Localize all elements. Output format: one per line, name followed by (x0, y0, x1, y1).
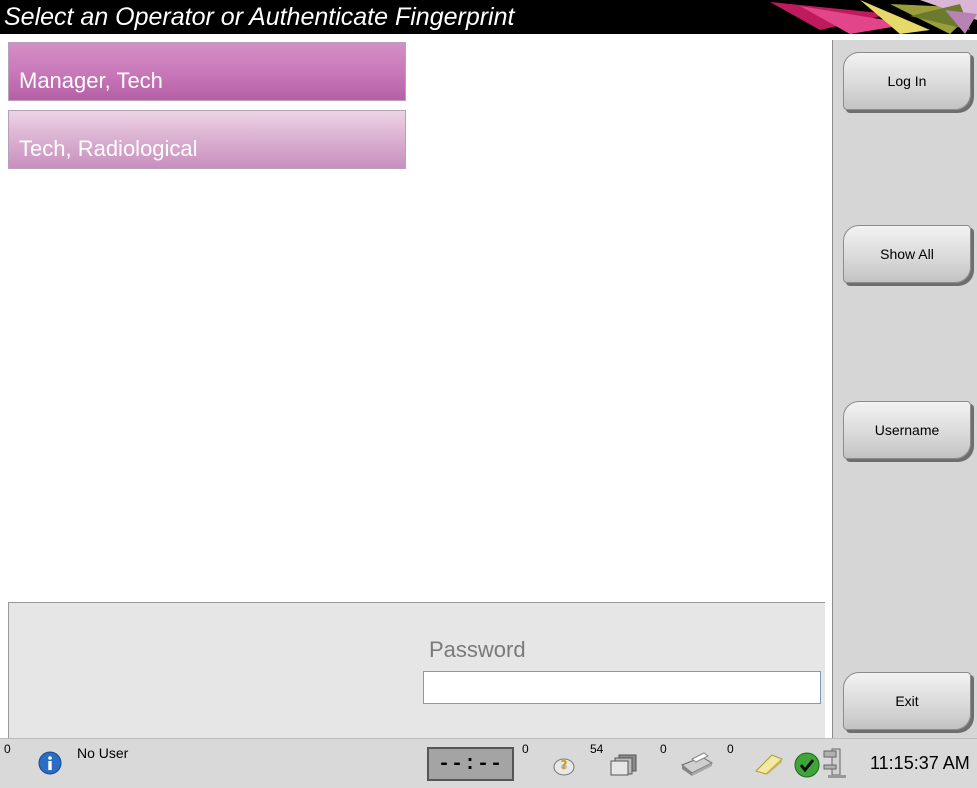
operator-name: Manager, Tech (19, 68, 163, 93)
checkmark-icon[interactable] (794, 752, 820, 778)
svg-text:?: ? (561, 758, 568, 772)
printer-icon[interactable] (678, 751, 714, 777)
scans-count: 54 (590, 742, 604, 756)
notes-count: 0 (727, 742, 734, 756)
alerts-count: 0 (4, 742, 11, 756)
title-bar: Select an Operator or Authenticate Finge… (0, 0, 977, 34)
side-panel: Log In Show All Username Exit (832, 40, 977, 738)
password-input[interactable] (423, 671, 821, 704)
operator-item-tech-radiological[interactable]: Tech, Radiological (8, 110, 406, 169)
username-button[interactable]: Username (843, 401, 971, 459)
page-title: Select an Operator or Authenticate Finge… (4, 3, 515, 31)
clock: 11:15:37 AM (870, 753, 970, 773)
note-icon[interactable] (754, 753, 784, 775)
log-in-button[interactable]: Log In (843, 52, 971, 110)
question-disc-icon[interactable]: ? (552, 753, 576, 777)
exposure-timer: --:-- (427, 747, 514, 781)
password-label: Password (429, 637, 526, 662)
status-bar: 0 No User --:-- 0 ? 54 0 0 11:15:37 AM (0, 738, 977, 788)
current-user-label: No User (77, 745, 129, 761)
operator-item-manager-tech[interactable]: Manager, Tech (8, 42, 406, 101)
queries-count: 0 (522, 742, 529, 756)
prints-count: 0 (660, 742, 667, 756)
operator-name: Tech, Radiological (19, 136, 198, 161)
password-panel: Password (8, 602, 825, 738)
exit-button[interactable]: Exit (843, 672, 971, 730)
show-all-button[interactable]: Show All (843, 225, 971, 283)
gantry-icon[interactable] (822, 747, 850, 779)
image-stack-icon[interactable] (610, 751, 640, 777)
info-icon[interactable] (38, 751, 62, 775)
operator-list: Manager, Tech Tech, Radiological (8, 42, 408, 178)
flower-banner-image (770, 0, 977, 34)
